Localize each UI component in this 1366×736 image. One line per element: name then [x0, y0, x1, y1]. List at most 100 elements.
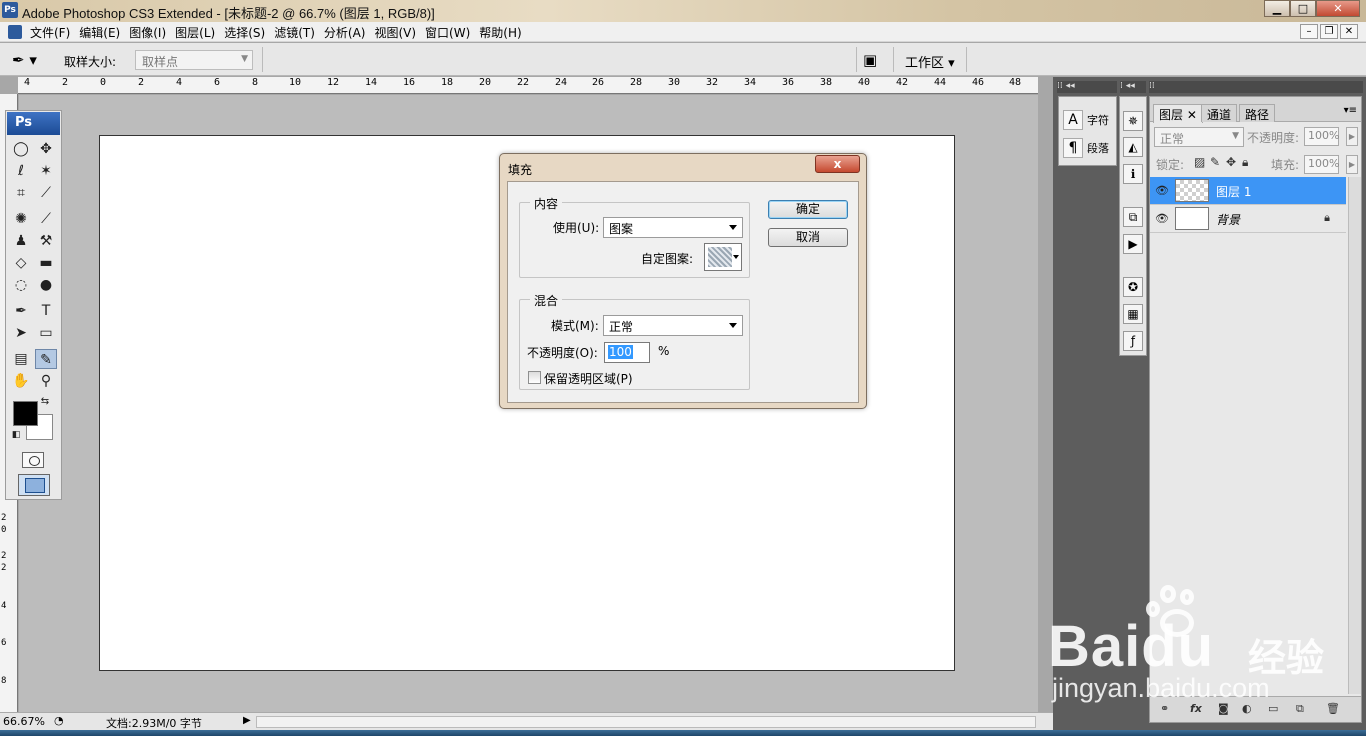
- layer-row[interactable]: 👁︎ 图层 1: [1150, 177, 1346, 205]
- mode-select[interactable]: 正常: [603, 315, 743, 336]
- visibility-eye-icon[interactable]: 👁︎: [1153, 208, 1171, 230]
- navigator-icon[interactable]: ✵: [1123, 111, 1143, 131]
- menu-edit[interactable]: 编辑(E): [77, 24, 127, 41]
- horizontal-scrollbar[interactable]: [256, 716, 1036, 728]
- screen-mode-icon[interactable]: [18, 474, 50, 496]
- blur-icon[interactable]: ◌: [10, 275, 32, 295]
- dock-collapse-icon[interactable]: ⁞⁞: [1149, 81, 1363, 93]
- menu-layer[interactable]: 图层(L): [173, 24, 222, 41]
- character-panel-button[interactable]: A 字符: [1063, 109, 1109, 131]
- lock-position-icon[interactable]: ✥: [1226, 155, 1236, 169]
- zoom-icon[interactable]: ⚲: [35, 371, 57, 391]
- opacity-slider-icon[interactable]: ▶: [1346, 127, 1358, 146]
- tab-channels[interactable]: 通道: [1201, 104, 1238, 122]
- zoom-level[interactable]: 66.67%: [3, 715, 45, 728]
- default-colors-icon[interactable]: ◧: [10, 429, 22, 441]
- quick-mask-icon[interactable]: [22, 452, 44, 468]
- ruler-tick: 2: [1, 551, 7, 561]
- dialog-close-button[interactable]: x: [815, 155, 860, 173]
- history-icon[interactable]: ⧉: [1123, 207, 1143, 227]
- menu-select[interactable]: 选择(S): [222, 24, 272, 41]
- workspace-button[interactable]: 工作区 ▾: [905, 52, 955, 71]
- ok-button[interactable]: 确定: [768, 200, 848, 219]
- menu-bar: 文件(F) 编辑(E) 图像(I) 图层(L) 选择(S) 滤镜(T) 分析(A…: [0, 22, 1366, 42]
- document-icon[interactable]: [8, 25, 22, 39]
- swatches-icon[interactable]: ▦: [1123, 304, 1143, 324]
- brush-icon[interactable]: ⟋: [35, 209, 57, 229]
- maximize-icon[interactable]: □: [1290, 0, 1316, 17]
- color-icon[interactable]: ✪: [1123, 277, 1143, 297]
- ruler-tick: 46: [972, 77, 985, 88]
- menu-analysis[interactable]: 分析(A): [322, 24, 373, 41]
- layer-thumbnail: [1175, 207, 1209, 230]
- opacity-input[interactable]: 100: [604, 342, 650, 363]
- menu-window[interactable]: 窗口(W): [423, 24, 477, 41]
- eyedropper-tool-icon[interactable]: ✎: [35, 349, 57, 369]
- preserve-transparency-checkbox[interactable]: [528, 371, 541, 384]
- tab-paths[interactable]: 路径: [1239, 104, 1276, 122]
- layer-blend-select[interactable]: 正常 ▼: [1154, 127, 1244, 147]
- cancel-button[interactable]: 取消: [768, 228, 848, 247]
- menu-view[interactable]: 视图(V): [372, 24, 423, 41]
- menu-file[interactable]: 文件(F): [28, 24, 77, 41]
- visibility-eye-icon[interactable]: 👁︎: [1153, 180, 1171, 202]
- panel-menu-icon[interactable]: ▾≡: [1344, 105, 1357, 116]
- type-icon[interactable]: T: [35, 301, 57, 321]
- histogram-icon[interactable]: ◭: [1123, 137, 1143, 157]
- foreground-color-swatch[interactable]: [13, 401, 38, 426]
- layer-row[interactable]: 👁︎ 背景 🔒︎: [1150, 205, 1346, 233]
- ruler-tick: 16: [403, 77, 416, 88]
- marquee-icon[interactable]: ◯: [10, 139, 32, 159]
- dodge-icon[interactable]: ●: [35, 275, 57, 295]
- healing-brush-icon[interactable]: ✺: [10, 209, 32, 229]
- history-brush-icon[interactable]: ⚒: [35, 231, 57, 251]
- sample-size-select[interactable]: 取样点 ▼: [135, 50, 253, 70]
- dock-collapse-icon[interactable]: ⁞ ◂◂: [1120, 81, 1146, 93]
- lock-all-icon[interactable]: 🔒︎: [1242, 155, 1248, 170]
- slice-icon[interactable]: ⟋: [35, 183, 57, 203]
- bridge-icon[interactable]: ▣: [863, 51, 877, 69]
- crop-icon[interactable]: ⌗: [10, 183, 32, 203]
- lasso-icon[interactable]: ℓ: [10, 161, 32, 181]
- clone-stamp-icon[interactable]: ♟: [10, 231, 32, 251]
- content-group: 内容 使用(U): 图案 自定图案:: [519, 195, 750, 278]
- hand-icon[interactable]: ✋: [10, 371, 32, 391]
- notes-icon[interactable]: ▤: [10, 349, 32, 369]
- gradient-icon[interactable]: ▬: [35, 253, 57, 273]
- info-icon[interactable]: ℹ: [1123, 164, 1143, 184]
- use-select[interactable]: 图案: [603, 217, 743, 238]
- ruler-tick: 36: [782, 77, 795, 88]
- doc-close-icon[interactable]: ✕: [1340, 24, 1358, 39]
- rectangle-shape-icon[interactable]: ▭: [35, 323, 57, 343]
- dock-collapse-icon[interactable]: ⁞⁞ ◂◂: [1057, 81, 1117, 93]
- pen-icon[interactable]: ✒: [10, 301, 32, 321]
- move-icon[interactable]: ✥: [35, 139, 57, 159]
- doc-restore-icon[interactable]: ❐: [1320, 24, 1338, 39]
- eyedropper-icon[interactable]: ✒ ▾: [12, 51, 37, 69]
- menu-image[interactable]: 图像(I): [127, 24, 173, 41]
- actions-icon[interactable]: ▶: [1123, 234, 1143, 254]
- doc-minimize-icon[interactable]: –: [1300, 24, 1318, 39]
- path-selection-icon[interactable]: ➤: [10, 323, 32, 343]
- minimize-icon[interactable]: ▁: [1264, 0, 1290, 17]
- status-menu-icon[interactable]: ▶: [243, 715, 251, 726]
- tab-label: 图层: [1159, 108, 1184, 122]
- pattern-picker[interactable]: [704, 243, 742, 271]
- fill-input[interactable]: 100%: [1304, 155, 1339, 174]
- status-info-icon[interactable]: ◔: [54, 714, 64, 727]
- lock-transparency-icon[interactable]: ▨: [1194, 155, 1205, 169]
- magic-wand-icon[interactable]: ✶: [35, 161, 57, 181]
- close-icon[interactable]: ✕: [1316, 0, 1360, 17]
- toolbox-logo: Ps: [7, 112, 60, 135]
- fill-slider-icon[interactable]: ▶: [1346, 155, 1358, 174]
- tab-layers[interactable]: 图层 ✕: [1153, 104, 1203, 123]
- eraser-icon[interactable]: ◇: [10, 253, 32, 273]
- paragraph-panel-button[interactable]: ¶ 段落: [1063, 137, 1109, 159]
- lock-pixels-icon[interactable]: ✎: [1210, 155, 1220, 169]
- swap-colors-icon[interactable]: ⇆: [38, 395, 52, 409]
- ruler-tick: 0: [1, 525, 7, 535]
- menu-filter[interactable]: 滤镜(T): [272, 24, 322, 41]
- layer-opacity-input[interactable]: 100%: [1304, 127, 1339, 146]
- menu-help[interactable]: 帮助(H): [477, 24, 528, 41]
- styles-icon[interactable]: ƒ: [1123, 331, 1143, 351]
